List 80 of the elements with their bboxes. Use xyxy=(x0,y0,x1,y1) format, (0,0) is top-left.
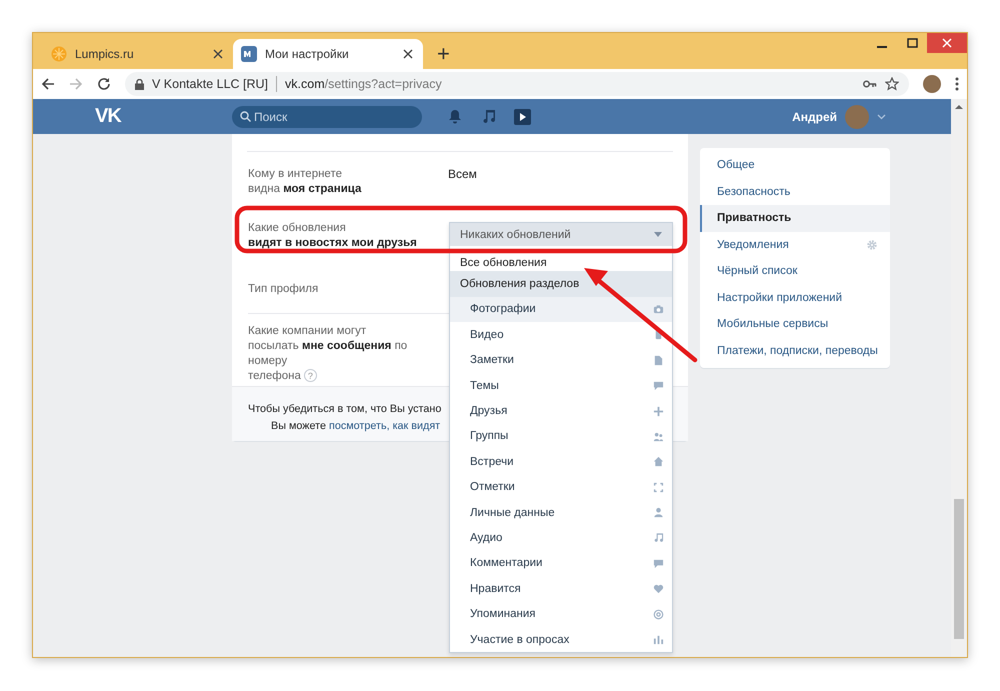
bar-chart-icon xyxy=(653,634,664,646)
close-icon xyxy=(942,38,952,48)
house-icon xyxy=(653,456,664,468)
menu-item[interactable]: Настройки приложений xyxy=(700,284,890,311)
menu-item[interactable]: Платежи, подписки, переводы xyxy=(700,338,890,364)
footer-text: Чтобы убедиться в том, что Вы устано xyxy=(248,402,442,417)
maximize-icon xyxy=(906,38,918,48)
new-tab-button[interactable]: + xyxy=(433,42,454,66)
note-icon xyxy=(653,354,664,366)
frame-corners-icon xyxy=(653,482,664,493)
user-name[interactable]: Андрей xyxy=(792,110,837,124)
dropdown-option[interactable]: Личные данные xyxy=(450,500,672,526)
dropdown-option[interactable]: Друзья xyxy=(450,398,672,424)
bell-icon[interactable] xyxy=(448,109,462,124)
menu-item[interactable]: Мобильные сервисы xyxy=(700,311,890,338)
caret-icon xyxy=(654,232,662,237)
fruit-slice-icon xyxy=(51,46,67,62)
minimize-icon xyxy=(877,46,887,48)
tab-title: Lumpics.ru xyxy=(75,47,135,61)
dropdown-option[interactable]: Упоминания xyxy=(450,601,672,627)
site-identity: V Kontakte LLC [RU] xyxy=(152,77,268,91)
dropdown-option[interactable]: Темы xyxy=(450,372,672,398)
dropdown-option[interactable]: Встречи xyxy=(450,449,672,475)
scroll-up-icon[interactable] xyxy=(955,103,963,111)
close-icon[interactable] xyxy=(211,49,225,59)
dropdown-option[interactable]: Аудио xyxy=(450,525,672,551)
reload-icon[interactable] xyxy=(97,77,111,91)
dropdown-option[interactable]: Фотографии xyxy=(450,296,672,322)
dropdown-option[interactable]: Обновления разделов xyxy=(450,271,672,297)
dropdown-option[interactable]: Видео xyxy=(450,322,672,348)
people-icon xyxy=(653,430,664,442)
chevron-down-icon[interactable] xyxy=(877,114,886,120)
search-field[interactable]: Поиск xyxy=(232,106,422,128)
setting-label: Какие обновления видят в новостях мои друзья xyxy=(248,221,418,251)
music-note-icon[interactable] xyxy=(482,109,496,124)
back-arrow-icon[interactable] xyxy=(41,77,55,91)
setting-label: Тип профиля xyxy=(248,282,320,297)
browser-tab[interactable]: Мои настройки xyxy=(233,39,423,69)
setting-value[interactable]: Всем xyxy=(448,167,477,204)
menu-item[interactable]: Общее xyxy=(700,152,890,178)
url-text: vk.com/settings?act=privacy xyxy=(285,77,443,91)
vk-logo[interactable]: VK xyxy=(95,105,232,128)
lock-icon xyxy=(135,78,144,90)
address-bar[interactable]: V Kontakte LLC [RU] vk.com/settings?act=privacy xyxy=(125,72,909,96)
speech-bubble-icon xyxy=(653,380,664,392)
plus-icon xyxy=(653,406,664,417)
footer-text: Вы можете посмотреть, как видят xyxy=(271,419,440,434)
dropdown-option[interactable]: Все обновления xyxy=(450,246,672,272)
menu-item[interactable]: Приватность xyxy=(700,205,890,232)
search-icon xyxy=(240,111,251,122)
dropdown-option[interactable]: Участие в опросах xyxy=(450,626,672,652)
dropdown-option[interactable]: Нравится xyxy=(450,576,672,602)
speech-bubble-icon xyxy=(653,558,664,569)
at-sign-icon xyxy=(653,608,664,620)
setting-label: Кому в интернете видна моя страница xyxy=(248,167,362,197)
heart-icon xyxy=(653,583,664,594)
scroll-thumb[interactable] xyxy=(954,499,964,639)
tab-title: Мои настройки xyxy=(265,47,350,61)
dropdown-option[interactable]: Заметки xyxy=(450,348,672,373)
film-icon xyxy=(653,329,664,340)
profile-avatar[interactable] xyxy=(923,75,941,93)
person-icon xyxy=(653,507,664,518)
dropdown-option[interactable]: Группы xyxy=(450,424,672,450)
key-icon[interactable] xyxy=(863,80,877,88)
close-icon[interactable] xyxy=(401,49,415,59)
close-window-button[interactable] xyxy=(927,33,967,53)
menu-item[interactable]: Безопасность xyxy=(700,178,890,205)
menu-item[interactable]: Чёрный список xyxy=(700,258,890,284)
music-note-icon xyxy=(653,532,664,544)
view-as-link[interactable]: посмотреть, как видят xyxy=(328,420,440,432)
dropdown-option[interactable]: Комментарии xyxy=(450,550,672,576)
more-menu-icon[interactable] xyxy=(955,77,959,91)
dropdown-option[interactable]: Отметки xyxy=(450,474,672,500)
scrollbar[interactable] xyxy=(951,99,967,657)
browser-tab[interactable]: Lumpics.ru xyxy=(43,39,233,69)
camera-icon xyxy=(653,304,664,315)
star-icon[interactable] xyxy=(885,77,899,91)
menu-item[interactable]: Уведомления xyxy=(700,232,890,258)
setting-label: Какие компании могут посылать мне сообщения по номеру телефона ? xyxy=(248,324,408,384)
dropdown-field[interactable]: Никаких обновлений xyxy=(450,223,672,246)
